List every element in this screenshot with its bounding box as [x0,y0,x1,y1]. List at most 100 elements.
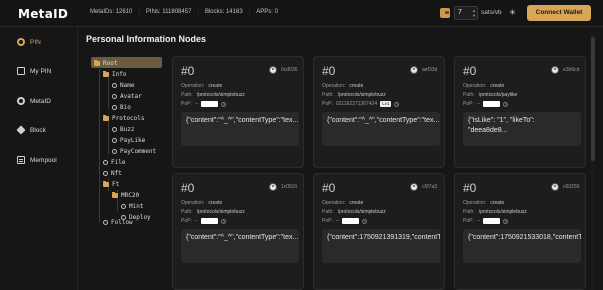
pop-label: PoP: [322,101,333,107]
pop-row: PoP: 021162371367424 Lv1 ? [322,101,400,107]
tree-node-nft[interactable]: Nft [103,168,122,178]
path-value: /protocols/simplebuzz [337,209,386,215]
sidebar-item-pin[interactable]: PIN [0,35,78,49]
help-icon[interactable]: ? [362,218,368,224]
sidebar-item-metaid[interactable]: MetaID [0,94,78,108]
tree-node-mrc20[interactable]: MRC20 [112,190,139,200]
tree-node-label: Follow [111,218,133,226]
help-icon[interactable]: ? [221,218,227,224]
pin-card[interactable]: #0 c6f7a3 Operation: create Path:/protoco… [313,173,445,290]
tree-node-label: PayLike [120,136,146,144]
user-avatar-icon[interactable] [269,183,277,191]
help-icon[interactable]: ? [221,101,227,107]
path-value: /protocols/simplebuzz [196,92,245,98]
pop-badge [342,218,360,224]
tree-node-follow[interactable]: Follow [103,217,133,227]
sidebar-item-label: My PIN [30,67,52,75]
operation-label: Operation: [181,200,205,206]
tree-node-bio[interactable]: Bio [112,102,131,112]
circle-icon [112,148,117,154]
path-row: Path:/protocols/simplebuzz [322,209,386,215]
pin-hash[interactable]: 1c0501 [281,184,297,190]
sidebar-item-block[interactable]: Block [0,123,78,137]
theme-toggle-icon[interactable]: ☀ [508,8,517,17]
tree-node-label: MRC20 [121,191,140,199]
help-icon[interactable]: ? [394,101,400,107]
pin-content: {"isLike": "1", "likeTo": "deea8de8... [463,112,581,146]
user-avatar-icon[interactable] [551,66,559,74]
sidebar-item-my-pin[interactable]: My PIN [0,64,78,78]
tree-node-mint[interactable]: Mint [121,201,143,211]
pin-hash[interactable]: 0cd036 [281,67,297,73]
pop-row: PoP: -- ? [463,101,509,107]
pin-card[interactable]: #0 aef33d Operation: create Path:/protoco… [313,56,445,168]
circle-icon [103,219,108,225]
tree-node-paylike[interactable]: PayLike [112,135,145,145]
wallet-icon[interactable] [440,8,450,18]
pin-card[interactable]: #0 1c0501 Operation: create Path:/protoco… [172,173,304,290]
user-avatar-icon[interactable] [410,66,418,74]
pin-hash[interactable]: c60250 [563,184,579,190]
pin-content: {"content":1750921533018,"contentTy... [463,229,581,263]
operation-row: Operation: create [322,83,363,89]
help-icon[interactable]: ? [503,218,509,224]
tree-node-label: Mint [129,202,144,210]
pin-card[interactable]: #0 c60250 Operation: create Path:/protoco… [454,173,586,290]
path-row: Path:/protocols/simplebuzz [463,209,527,215]
tree-node-paycomment[interactable]: PayComment [112,146,156,156]
pin-number: #0 [463,181,477,195]
path-label: Path: [463,209,475,215]
path-label: Path: [463,92,475,98]
pin-card[interactable]: #0 e3b6cd Operation: create Path:/protoco… [454,56,586,168]
path-label: Path: [181,92,193,98]
tree-connector [108,77,109,109]
fee-rate-stepper[interactable]: ▲ ▼ [472,8,476,18]
tree-connector [108,121,109,154]
user-avatar-icon[interactable] [410,183,418,191]
path-label: Path: [181,209,193,215]
help-icon[interactable]: ? [503,101,509,107]
folder-icon [103,70,109,77]
circle-icon [103,159,108,165]
tree-node-avatar[interactable]: Avatar [112,91,142,101]
metaids-stat: MetaIDs: 12610 [90,9,133,15]
pin-hash[interactable]: e3b6cd [563,67,579,73]
tree-node-protocols[interactable]: Protocols [103,113,145,123]
sidebar-item-label: PIN [30,38,41,46]
network-stats: MetaIDs: 12610 | PINs: 111808457 | Block… [90,9,278,15]
tree-node-buzz[interactable]: Buzz [112,124,134,134]
tree-node-label: PayComment [120,147,157,155]
scrollbar[interactable] [591,34,595,290]
sidebar-item-label: Block [30,126,46,134]
pin-card[interactable]: #0 0cd036 Operation: create Path:/protoco… [172,56,304,168]
app-logo[interactable]: MetaID [18,7,68,21]
sidebar-item-mempool[interactable]: Mempool [0,153,78,167]
my-pin-icon [17,67,25,75]
pop-badge [483,218,501,224]
pop-value: 021162371367424 [335,101,378,107]
pin-hash[interactable]: aef33d [422,67,437,73]
pop-value: -- [194,218,199,224]
scrollbar-thumb[interactable] [591,37,595,161]
pop-value: -- [476,101,481,107]
tree-node-ft[interactable]: Ft [103,179,119,189]
circle-icon [112,126,117,132]
pop-row: PoP: -- ? [181,218,227,224]
pin-content: {"content":"^_^","contentType":"tex... [181,229,299,263]
user-avatar-icon[interactable] [551,183,559,191]
fee-rate-input[interactable]: 7 ▲ ▼ [454,6,478,20]
connect-wallet-button[interactable]: Connect Wallet [527,5,591,21]
user-avatar-icon[interactable] [269,66,277,74]
tree-node-file[interactable]: File [103,157,125,167]
tree-node-root[interactable]: Root [94,58,117,68]
circle-icon [112,104,117,110]
pins-stat: PINs: 111808457 [145,9,192,15]
operation-value: create [349,200,364,206]
stat-divider: | [248,9,251,15]
tree-node-info[interactable]: Info [103,69,126,79]
tree-node-name[interactable]: Name [112,80,134,90]
pin-hash[interactable]: c6f7a3 [422,184,437,190]
path-value: /protocols/simplebuzz [337,92,386,98]
operation-row: Operation: create [322,200,363,206]
operation-row: Operation: create [463,83,504,89]
